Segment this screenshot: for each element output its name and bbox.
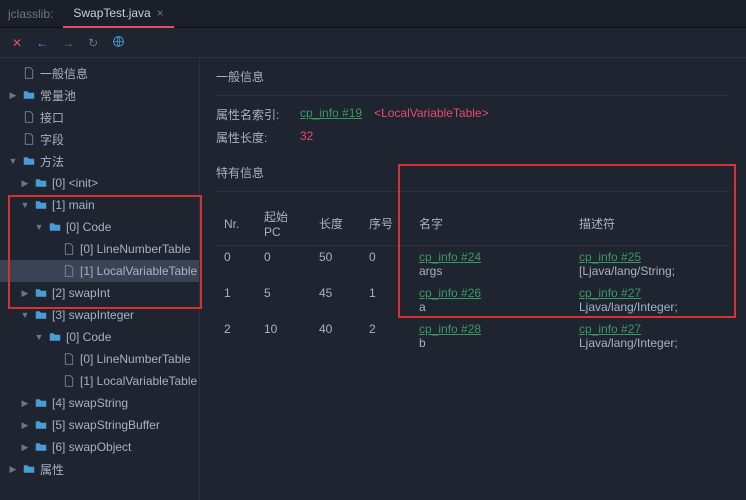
name-sub: args bbox=[419, 264, 442, 278]
desc-sub: [Ljava/lang/String; bbox=[579, 264, 675, 278]
desc-link[interactable]: cp_info #27 bbox=[579, 286, 722, 300]
toolbar: ✕ ← → ↻ bbox=[0, 28, 746, 58]
content-pane: 一般信息 属性名索引: cp_info #19 <LocalVariableTa… bbox=[200, 58, 746, 500]
folder-icon bbox=[22, 155, 36, 167]
col-index: 序号 bbox=[361, 202, 411, 246]
col-nr: Nr. bbox=[216, 202, 256, 246]
tree-localvariabletable[interactable]: [1] LocalVariableTable bbox=[0, 260, 199, 282]
attr-length-label: 属性长度: bbox=[216, 129, 288, 146]
tree-constant-pool[interactable]: ▶常量池 bbox=[0, 84, 199, 106]
col-startpc: 起始PC bbox=[256, 202, 311, 246]
name-link[interactable]: cp_info #28 bbox=[419, 322, 563, 336]
tree-method-swapstringbuffer[interactable]: ▶[5] swapStringBuffer bbox=[0, 414, 199, 436]
file-icon bbox=[22, 111, 36, 123]
col-length: 长度 bbox=[311, 202, 361, 246]
tab-label: SwapTest.java bbox=[73, 6, 150, 20]
cell-nr: 0 bbox=[216, 246, 256, 283]
table-row[interactable]: 15451cp_info #26acp_info #27Ljava/lang/I… bbox=[216, 282, 730, 318]
table-row[interactable]: 00500cp_info #24argscp_info #25[Ljava/la… bbox=[216, 246, 730, 283]
col-name: 名字 bbox=[411, 202, 571, 246]
cell-len: 40 bbox=[311, 318, 361, 354]
section-general: 一般信息 bbox=[216, 68, 730, 85]
folder-icon bbox=[34, 287, 48, 299]
attr-name-index-link[interactable]: cp_info #19 bbox=[300, 106, 362, 123]
attr-length-value: 32 bbox=[300, 129, 313, 146]
desc-sub: Ljava/lang/Integer; bbox=[579, 336, 678, 350]
tree-method-swapobject[interactable]: ▶[6] swapObject bbox=[0, 436, 199, 458]
sidebar: 一般信息 ▶常量池 接口 字段 ▼方法 ▶[0] <init> ▼[1] mai… bbox=[0, 58, 200, 500]
tab-bar: jclasslib: SwapTest.java × bbox=[0, 0, 746, 28]
tree-swapinteger-code[interactable]: ▼[0] Code bbox=[0, 326, 199, 348]
folder-icon bbox=[34, 441, 48, 453]
file-icon bbox=[22, 67, 36, 79]
cell-idx: 1 bbox=[361, 282, 411, 318]
tree-linenumbertable[interactable]: [0] LineNumberTable bbox=[0, 238, 199, 260]
col-descriptor: 描述符 bbox=[571, 202, 730, 246]
name-sub: b bbox=[419, 336, 426, 350]
tree-method-main[interactable]: ▼[1] main bbox=[0, 194, 199, 216]
forward-icon[interactable]: → bbox=[62, 36, 74, 50]
cell-len: 50 bbox=[311, 246, 361, 283]
folder-icon bbox=[34, 199, 48, 211]
tree-method-swapinteger[interactable]: ▼[3] swapInteger bbox=[0, 304, 199, 326]
tab-swaptest[interactable]: SwapTest.java × bbox=[63, 0, 173, 28]
section-specific: 特有信息 bbox=[216, 164, 730, 181]
attr-name-tag: <LocalVariableTable> bbox=[374, 106, 489, 123]
folder-icon bbox=[48, 221, 62, 233]
cell-pc: 0 bbox=[256, 246, 311, 283]
cell-pc: 5 bbox=[256, 282, 311, 318]
folder-icon bbox=[34, 177, 48, 189]
file-icon bbox=[62, 375, 76, 387]
tree-method-init[interactable]: ▶[0] <init> bbox=[0, 172, 199, 194]
cell-nr: 1 bbox=[216, 282, 256, 318]
folder-icon bbox=[22, 89, 36, 101]
globe-icon[interactable] bbox=[112, 35, 125, 51]
tree-interfaces[interactable]: 接口 bbox=[0, 106, 199, 128]
desc-link[interactable]: cp_info #27 bbox=[579, 322, 722, 336]
tree-localvariabletable-2[interactable]: [1] LocalVariableTable bbox=[0, 370, 199, 392]
file-icon bbox=[22, 133, 36, 145]
cell-idx: 2 bbox=[361, 318, 411, 354]
attr-name-index-label: 属性名索引: bbox=[216, 106, 288, 123]
tree-general-info[interactable]: 一般信息 bbox=[0, 62, 199, 84]
close-icon[interactable]: ✕ bbox=[12, 36, 22, 50]
tab-prefix: jclasslib: bbox=[8, 7, 53, 21]
tree-attributes[interactable]: ▶属性 bbox=[0, 458, 199, 480]
local-var-table: Nr. 起始PC 长度 序号 名字 描述符 00500cp_info #24ar… bbox=[216, 202, 730, 354]
cell-nr: 2 bbox=[216, 318, 256, 354]
tree-main-code[interactable]: ▼[0] Code bbox=[0, 216, 199, 238]
name-sub: a bbox=[419, 300, 426, 314]
back-icon[interactable]: ← bbox=[36, 36, 48, 50]
folder-icon bbox=[34, 309, 48, 321]
desc-sub: Ljava/lang/Integer; bbox=[579, 300, 678, 314]
cell-idx: 0 bbox=[361, 246, 411, 283]
tree-linenumbertable-2[interactable]: [0] LineNumberTable bbox=[0, 348, 199, 370]
table-row[interactable]: 210402cp_info #28bcp_info #27Ljava/lang/… bbox=[216, 318, 730, 354]
folder-icon bbox=[34, 419, 48, 431]
name-link[interactable]: cp_info #26 bbox=[419, 286, 563, 300]
close-icon[interactable]: × bbox=[157, 6, 164, 20]
file-icon bbox=[62, 353, 76, 365]
cell-len: 45 bbox=[311, 282, 361, 318]
cell-pc: 10 bbox=[256, 318, 311, 354]
tree-method-swapstring[interactable]: ▶[4] swapString bbox=[0, 392, 199, 414]
file-icon bbox=[62, 265, 76, 277]
tree-methods[interactable]: ▼方法 bbox=[0, 150, 199, 172]
refresh-icon[interactable]: ↻ bbox=[88, 36, 98, 50]
folder-icon bbox=[48, 331, 62, 343]
tree-fields[interactable]: 字段 bbox=[0, 128, 199, 150]
tree-method-swapint[interactable]: ▶[2] swapInt bbox=[0, 282, 199, 304]
folder-icon bbox=[22, 463, 36, 475]
file-icon bbox=[62, 243, 76, 255]
folder-icon bbox=[34, 397, 48, 409]
name-link[interactable]: cp_info #24 bbox=[419, 250, 563, 264]
desc-link[interactable]: cp_info #25 bbox=[579, 250, 722, 264]
